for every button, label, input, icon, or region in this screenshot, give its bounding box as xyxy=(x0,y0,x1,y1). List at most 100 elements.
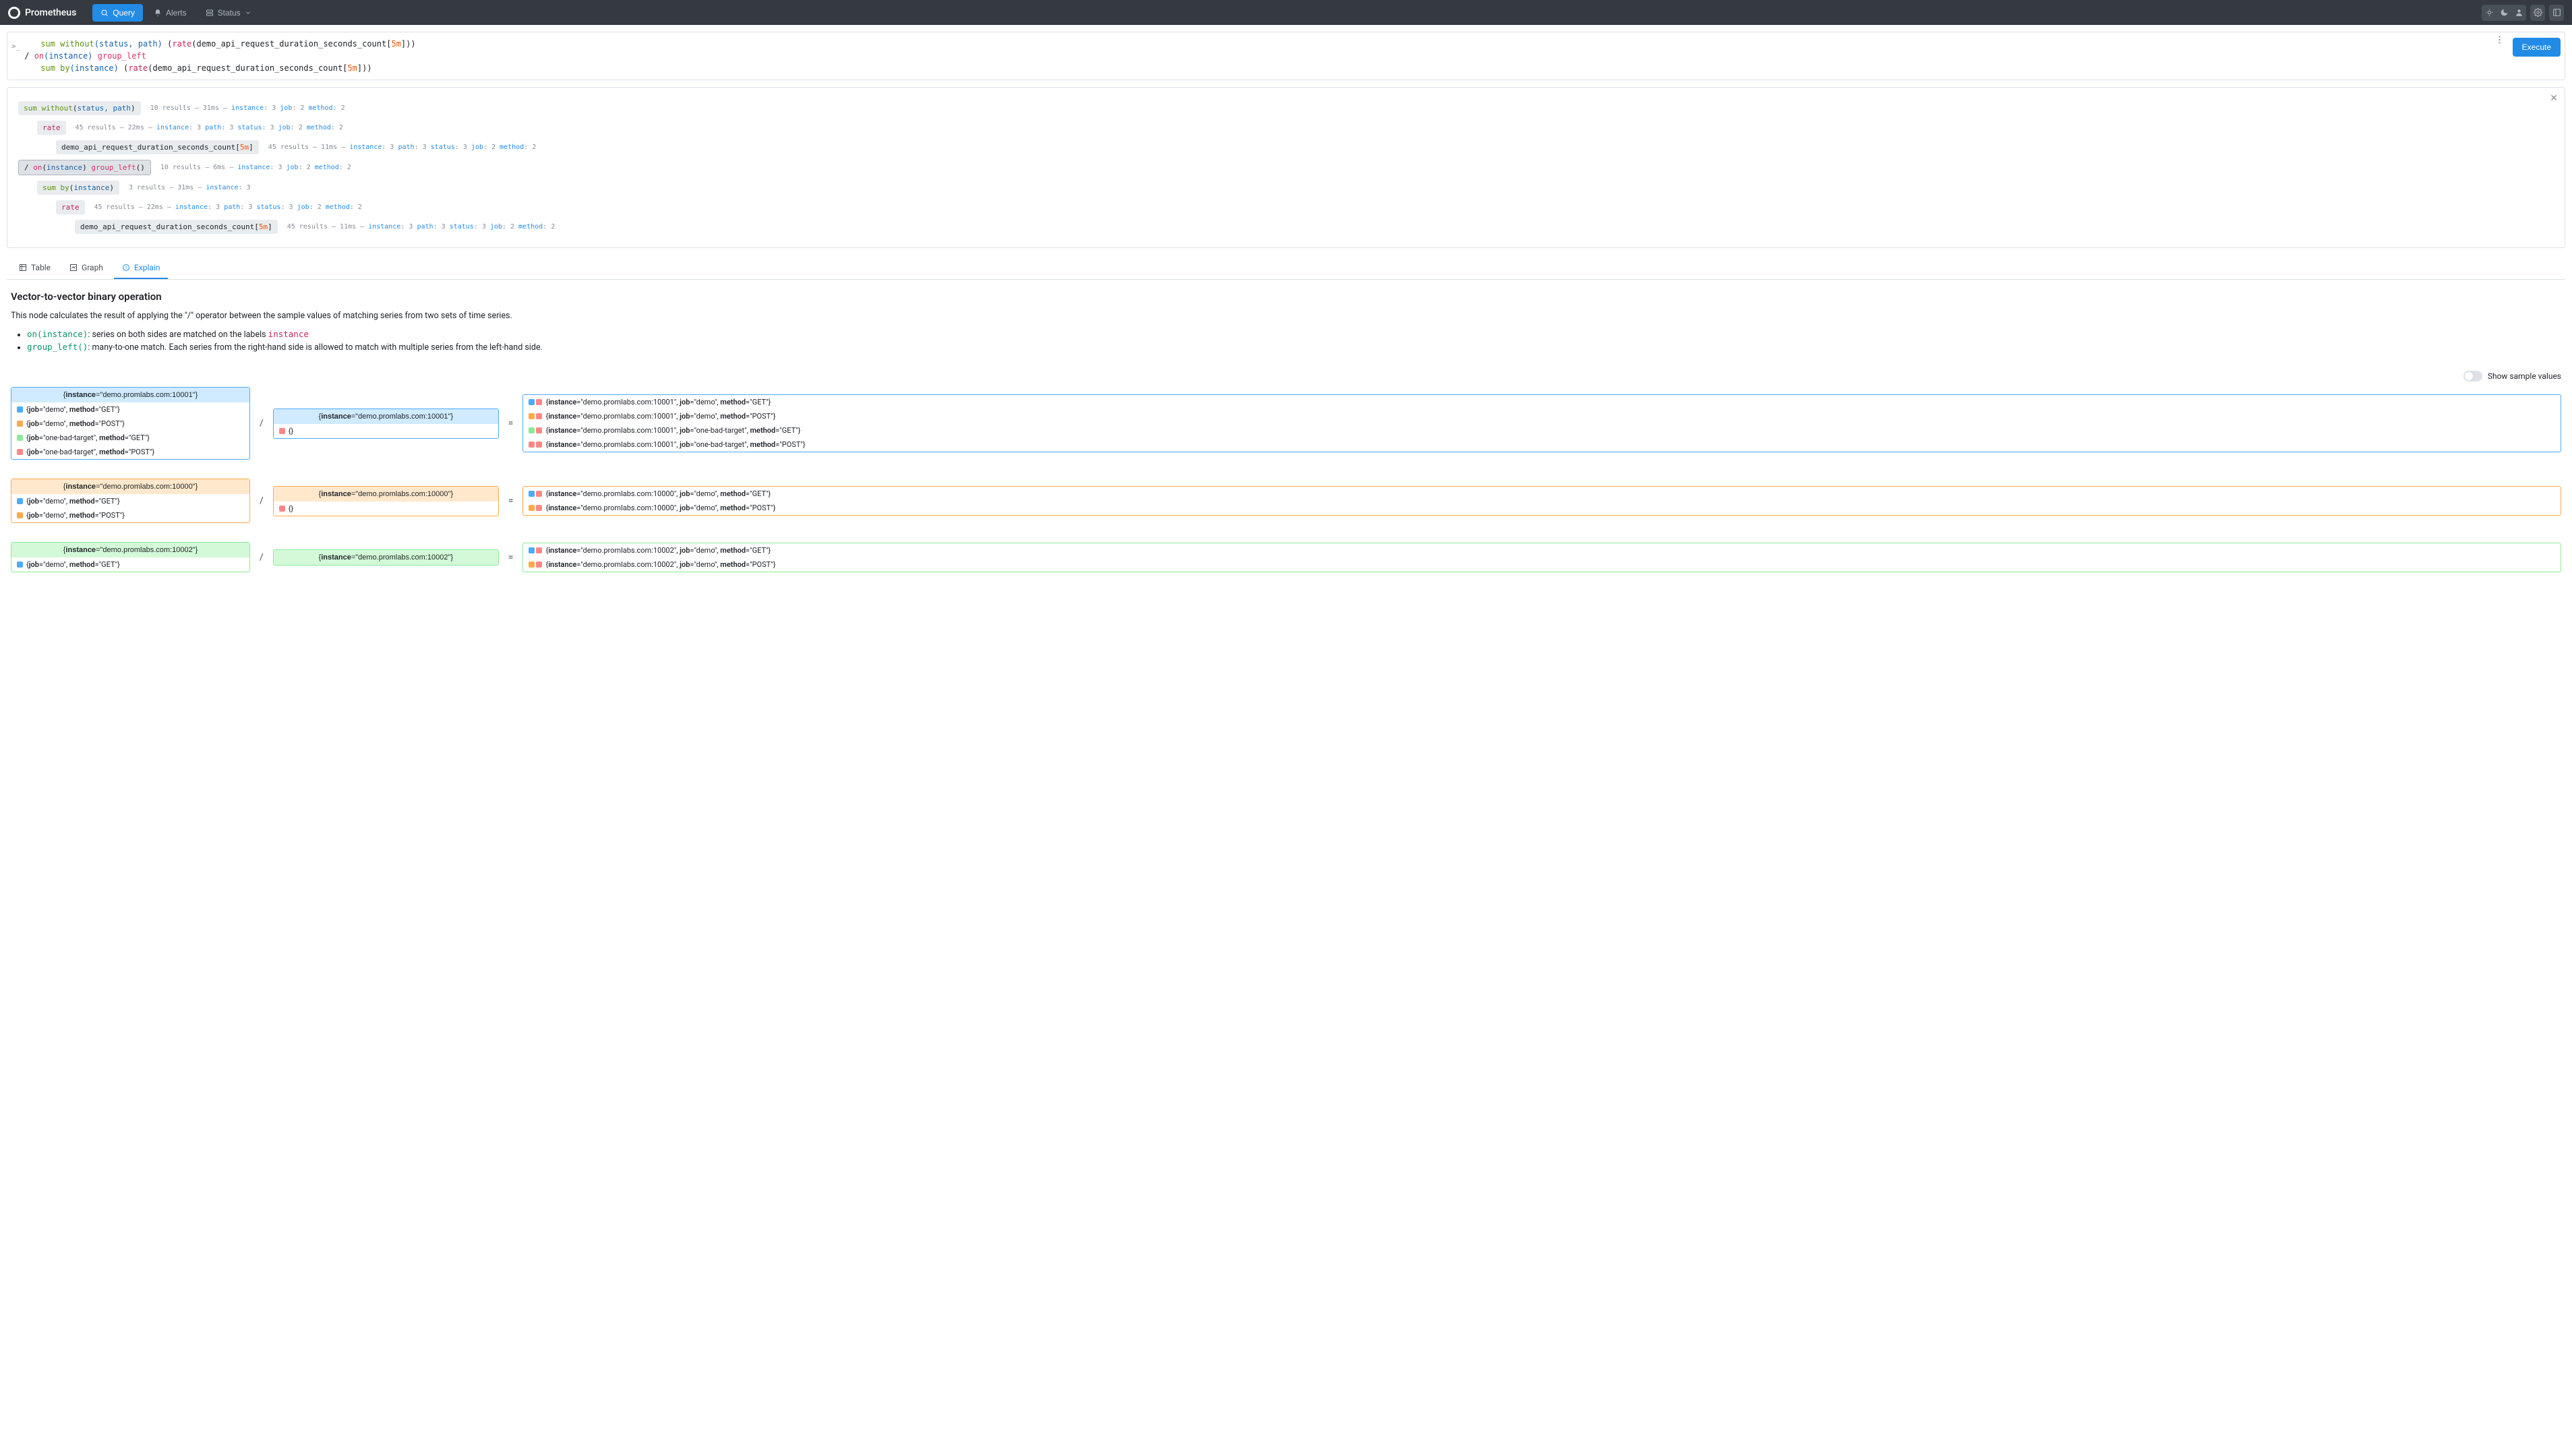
dark-theme-button[interactable] xyxy=(2496,5,2511,21)
explain-bullet-group-left: group_left(): many-to-one match. Each se… xyxy=(27,342,2561,353)
theme-group xyxy=(2482,5,2526,21)
chevron-down-icon xyxy=(245,9,251,17)
close-tree-button[interactable]: ✕ xyxy=(2550,93,2558,104)
tab-table[interactable]: Table xyxy=(11,257,59,279)
table-icon xyxy=(19,264,27,272)
series-item: {} xyxy=(274,424,498,438)
series-item: {job="demo", method="GET"} xyxy=(11,557,249,572)
bell-icon xyxy=(154,9,162,17)
result-box: {instance="demo.promlabs.com:10002", job… xyxy=(522,543,2561,572)
app-header: Prometheus Query Alerts Status xyxy=(0,0,2572,25)
sample-values-toggle[interactable] xyxy=(2463,371,2482,382)
query-more-button[interactable] xyxy=(2493,35,2506,44)
lhs-box: {instance="demo.promlabs.com:10000"}{job… xyxy=(11,479,250,523)
header-actions xyxy=(2482,5,2564,21)
series-item: {job="demo", method="GET"} xyxy=(11,402,249,417)
tree-node-meta: 3 results – 31ms – instance: 3 xyxy=(129,184,251,191)
auto-theme-button[interactable] xyxy=(2511,5,2526,21)
match-groups: {instance="demo.promlabs.com:10001"}{job… xyxy=(7,387,2565,572)
layout-icon xyxy=(2552,8,2561,17)
panel-toggle-button[interactable] xyxy=(2549,5,2564,21)
series-item: {instance="demo.promlabs.com:10002", job… xyxy=(523,557,2561,572)
tree-node[interactable]: sum by(instance)3 results – 31ms – insta… xyxy=(18,181,2554,195)
series-item: {instance="demo.promlabs.com:10001", job… xyxy=(523,423,2561,437)
explain-bullet-on: on(instance): series on both sides are m… xyxy=(27,329,2561,340)
match-group: {instance="demo.promlabs.com:10002"} {job… xyxy=(11,542,2561,572)
series-item: {job="demo", method="POST"} xyxy=(11,508,249,522)
lhs-box: {instance="demo.promlabs.com:10002"}{job… xyxy=(11,542,250,572)
tree-node-meta: 45 results – 22ms – instance: 3 path: 3 … xyxy=(76,124,343,131)
series-item: {instance="demo.promlabs.com:10001", job… xyxy=(523,409,2561,423)
tree-node[interactable]: rate45 results – 22ms – instance: 3 path… xyxy=(18,200,2554,214)
operator-divide: / xyxy=(257,495,266,506)
gear-icon xyxy=(2534,8,2542,17)
settings-button[interactable] xyxy=(2530,5,2545,21)
rhs-box: {instance="demo.promlabs.com:10001"}{} xyxy=(273,408,499,439)
nav-query[interactable]: Query xyxy=(92,4,143,22)
tree-node-meta: 45 results – 22ms – instance: 3 path: 3 … xyxy=(94,204,362,211)
prometheus-icon xyxy=(8,7,20,19)
explain-title: Vector-to-vector binary operation xyxy=(11,291,2561,303)
explain-bullets: on(instance): series on both sides are m… xyxy=(11,329,2561,353)
nav-alerts[interactable]: Alerts xyxy=(146,4,195,22)
operator-divide: / xyxy=(257,552,266,563)
tree-node[interactable]: rate45 results – 22ms – instance: 3 path… xyxy=(18,121,2554,135)
series-item: {instance="demo.promlabs.com:10001", job… xyxy=(523,437,2561,452)
tree-node-meta: 10 results – 6ms – instance: 3 job: 2 me… xyxy=(160,164,351,171)
graph-icon xyxy=(69,264,78,272)
query-tree: sum without(status, path)10 results – 31… xyxy=(18,101,2554,234)
panel-group xyxy=(2549,5,2564,21)
series-item: {job="demo", method="POST"} xyxy=(11,417,249,431)
operator-equals: = xyxy=(506,495,516,506)
series-item: {instance="demo.promlabs.com:10002", job… xyxy=(523,543,2561,557)
prompt-icon: >_ xyxy=(11,42,20,51)
main-nav: Query Alerts Status xyxy=(92,4,259,22)
tree-node[interactable]: sum without(status, path)10 results – 31… xyxy=(18,101,2554,115)
app-name: Prometheus xyxy=(25,7,76,18)
user-icon xyxy=(2515,8,2523,17)
light-theme-button[interactable] xyxy=(2482,5,2496,21)
tree-node[interactable]: demo_api_request_duration_seconds_count[… xyxy=(18,220,2554,234)
tree-node-meta: 10 results – 31ms – instance: 3 job: 2 m… xyxy=(150,104,345,112)
operator-divide: / xyxy=(257,418,266,429)
result-tabs: Table Graph Explain xyxy=(7,257,2565,280)
tree-node-meta: 45 results – 11ms – instance: 3 path: 3 … xyxy=(287,223,555,231)
tab-graph[interactable]: Graph xyxy=(61,257,111,279)
series-item: {instance="demo.promlabs.com:10000", job… xyxy=(523,501,2561,515)
match-group: {instance="demo.promlabs.com:10000"}{job… xyxy=(11,479,2561,523)
main-content: >_ sum without(status, path) (rate(demo_… xyxy=(0,25,2572,598)
execute-button[interactable]: Execute xyxy=(2513,38,2561,57)
query-tree-panel: ✕ sum without(status, path)10 results – … xyxy=(7,87,2565,248)
explain-description: This node calculates the result of apply… xyxy=(11,311,2561,321)
toggle-row: Show sample values xyxy=(7,365,2565,387)
result-box: {instance="demo.promlabs.com:10001", job… xyxy=(522,394,2561,452)
moon-icon xyxy=(2500,8,2509,17)
rhs-box: {instance="demo.promlabs.com:10000"}{} xyxy=(273,486,499,516)
query-editor[interactable]: sum without(status, path) (rate(demo_api… xyxy=(24,35,2488,77)
server-icon xyxy=(206,9,214,17)
series-item: {instance="demo.promlabs.com:10001", job… xyxy=(523,395,2561,409)
nav-status[interactable]: Status xyxy=(198,4,260,22)
sample-values-label: Show sample values xyxy=(2488,371,2561,381)
tree-node[interactable]: demo_api_request_duration_seconds_count[… xyxy=(18,140,2554,154)
explain-icon xyxy=(122,264,130,272)
search-icon xyxy=(100,9,109,17)
series-item: {job="one-bad-target", method="POST"} xyxy=(11,445,249,459)
operator-equals: = xyxy=(506,418,516,429)
app-logo[interactable]: Prometheus xyxy=(8,7,76,19)
series-item: {instance="demo.promlabs.com:10000", job… xyxy=(523,487,2561,501)
series-item: {job="demo", method="GET"} xyxy=(11,494,249,508)
tree-node[interactable]: / on(instance) group_left()10 results – … xyxy=(18,160,2554,175)
rhs-box: {instance="demo.promlabs.com:10002"} xyxy=(273,549,499,566)
tree-node-meta: 45 results – 11ms – instance: 3 path: 3 … xyxy=(268,144,536,151)
match-group: {instance="demo.promlabs.com:10001"}{job… xyxy=(11,387,2561,460)
tab-explain[interactable]: Explain xyxy=(114,257,169,279)
result-box: {instance="demo.promlabs.com:10000", job… xyxy=(522,486,2561,516)
settings-group xyxy=(2530,5,2545,21)
sun-icon xyxy=(2485,8,2494,17)
dots-vertical-icon xyxy=(2499,35,2501,44)
query-bar: >_ sum without(status, path) (rate(demo_… xyxy=(7,32,2565,80)
lhs-box: {instance="demo.promlabs.com:10001"}{job… xyxy=(11,387,250,460)
series-item: {} xyxy=(274,502,498,516)
operator-equals: = xyxy=(506,552,516,563)
